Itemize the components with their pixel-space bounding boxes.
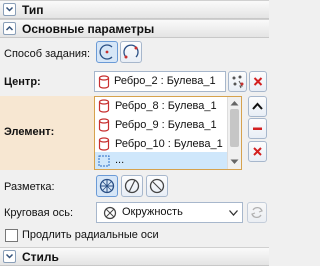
section-style-header[interactable]: Стиль bbox=[0, 247, 269, 266]
swap-icon bbox=[251, 206, 263, 219]
edge-icon bbox=[98, 137, 110, 151]
center-pick-button[interactable] bbox=[228, 71, 247, 92]
circular-axis-select[interactable]: Окружность bbox=[96, 202, 243, 223]
clear-list-button[interactable] bbox=[248, 141, 267, 162]
method-arc-points-button[interactable] bbox=[120, 41, 142, 63]
scroll-up-icon[interactable] bbox=[230, 100, 239, 106]
center-label: Центр: bbox=[4, 76, 41, 88]
section-type-title: Тип bbox=[22, 3, 44, 17]
scrollbar-thumb[interactable] bbox=[230, 109, 239, 147]
markup-label: Разметка: bbox=[4, 181, 55, 193]
markup-single-button[interactable] bbox=[121, 175, 143, 197]
chevron-up-icon[interactable] bbox=[3, 22, 16, 35]
markup-none-button[interactable] bbox=[146, 175, 168, 197]
chevron-up-icon bbox=[252, 102, 263, 110]
markup-full-button[interactable] bbox=[96, 175, 118, 197]
chevron-down-icon bbox=[229, 210, 238, 216]
section-style-title: Стиль bbox=[22, 250, 59, 264]
extend-radial-label: Продлить радиальные оси bbox=[22, 229, 159, 241]
list-item-label: Ребро_10 : Булева_1 bbox=[115, 138, 223, 150]
list-item[interactable]: Ребро_8 : Булева_1 bbox=[95, 97, 241, 116]
arc-points-icon bbox=[123, 44, 139, 59]
edge-icon bbox=[98, 75, 110, 89]
swap-direction-button[interactable] bbox=[247, 202, 267, 223]
center-delete-button[interactable] bbox=[249, 71, 267, 92]
scroll-down-icon[interactable] bbox=[230, 159, 239, 165]
element-label: Элемент: bbox=[4, 126, 55, 138]
center-field[interactable]: Ребро_2 : Булева_1 bbox=[94, 71, 226, 92]
close-icon bbox=[253, 77, 263, 86]
dashed-box-icon bbox=[98, 155, 110, 167]
chevron-down-icon[interactable] bbox=[3, 3, 16, 16]
circle-slash-icon bbox=[124, 178, 140, 194]
section-type-header[interactable]: Тип bbox=[0, 0, 269, 19]
move-up-button[interactable] bbox=[248, 96, 267, 117]
center-value: Ребро_2 : Булева_1 bbox=[114, 75, 216, 87]
close-icon bbox=[253, 147, 262, 156]
circle-cross-icon bbox=[99, 178, 115, 194]
minus-icon bbox=[253, 127, 262, 130]
list-item-label: Ребро_9 : Булева_1 bbox=[115, 119, 217, 131]
circular-axis-label: Круговая ось: bbox=[4, 207, 74, 219]
pick-points-icon bbox=[232, 75, 244, 89]
remove-item-button[interactable] bbox=[248, 118, 267, 139]
edge-icon bbox=[98, 118, 110, 132]
arc-center-icon bbox=[99, 44, 113, 60]
list-item[interactable]: Ребро_9 : Булева_1 bbox=[95, 116, 241, 135]
list-item-new[interactable]: ... bbox=[95, 152, 228, 169]
circle-diagonal-icon bbox=[149, 178, 165, 194]
list-item-label: Ребро_8 : Булева_1 bbox=[115, 100, 217, 112]
extend-radial-checkbox[interactable] bbox=[5, 229, 18, 242]
circle-cross-icon bbox=[103, 206, 117, 220]
section-basic-title: Основные параметры bbox=[22, 22, 155, 36]
section-basic-header[interactable]: Основные параметры bbox=[0, 19, 269, 38]
element-list[interactable]: Ребро_8 : Булева_1 Ребро_9 : Булева_1 Ре… bbox=[94, 96, 242, 170]
list-item-new-label: ... bbox=[115, 154, 125, 166]
circular-axis-value: Окружность bbox=[122, 206, 183, 218]
method-arc-center-button[interactable] bbox=[96, 41, 118, 63]
method-label: Способ задания: bbox=[4, 48, 91, 60]
chevron-down-icon[interactable] bbox=[3, 250, 16, 263]
edge-icon bbox=[98, 99, 110, 113]
list-scrollbar[interactable] bbox=[227, 97, 241, 169]
